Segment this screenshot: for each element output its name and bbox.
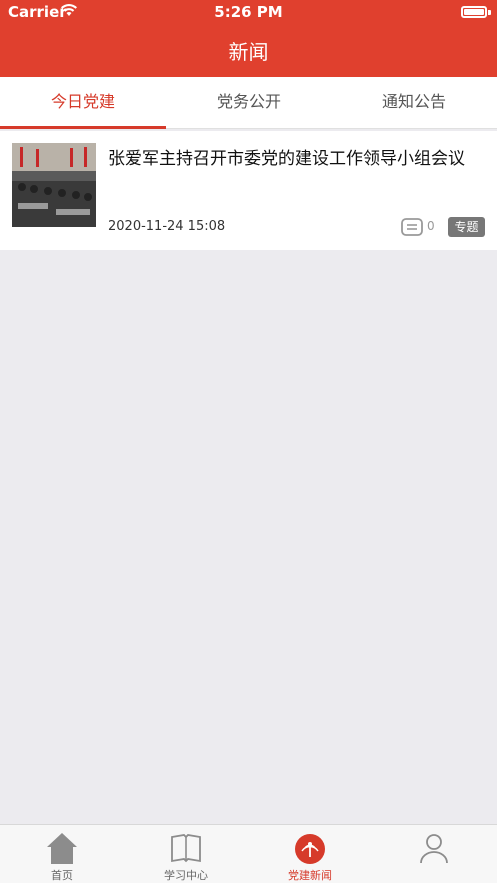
comment-count: 0: [427, 219, 435, 233]
comment-icon: [401, 218, 423, 236]
news-list-item[interactable]: 张爱军主持召开市委党的建设工作领导小组会议 2020-11-24 15:08 0…: [0, 131, 497, 250]
tab-party-affairs[interactable]: 党务公开: [166, 77, 332, 129]
news-title: 张爱军主持召开市委党的建设工作领导小组会议: [108, 149, 465, 169]
party-news-icon: [295, 834, 325, 864]
home-icon: [47, 833, 77, 864]
bottom-tab-bar: 首页 学习中心 党建新闻: [0, 824, 497, 883]
tabbar-item-study[interactable]: 学习中心: [124, 825, 248, 883]
tab-today-party[interactable]: 今日党建: [0, 77, 166, 129]
status-time: 5:26 PM: [214, 3, 283, 21]
active-tab-indicator: [0, 126, 166, 129]
tabbar-item-home[interactable]: 首页: [0, 825, 124, 883]
tabbar-label-home: 首页: [51, 869, 73, 882]
news-thumbnail: [12, 143, 96, 227]
tabbar-label-study: 学习中心: [164, 869, 208, 882]
tabbar-item-profile[interactable]: [372, 825, 496, 883]
tabbar-item-party-news[interactable]: 党建新闻: [248, 825, 372, 883]
app-header: Carrier 5:26 PM 新闻: [0, 0, 497, 77]
tab-notices[interactable]: 通知公告: [331, 77, 497, 129]
status-bar: Carrier 5:26 PM: [0, 0, 497, 26]
book-icon: [171, 834, 201, 863]
battery-tip: [488, 10, 491, 15]
topic-badge: 专题: [448, 217, 485, 237]
page-title: 新闻: [228, 40, 269, 64]
profile-icon: [420, 834, 448, 864]
tabbar-label-party-news: 党建新闻: [288, 869, 332, 882]
category-tabs: 今日党建 党务公开 通知公告: [0, 77, 497, 129]
news-date: 2020-11-24 15:08: [108, 219, 226, 234]
battery-icon: [461, 6, 487, 18]
